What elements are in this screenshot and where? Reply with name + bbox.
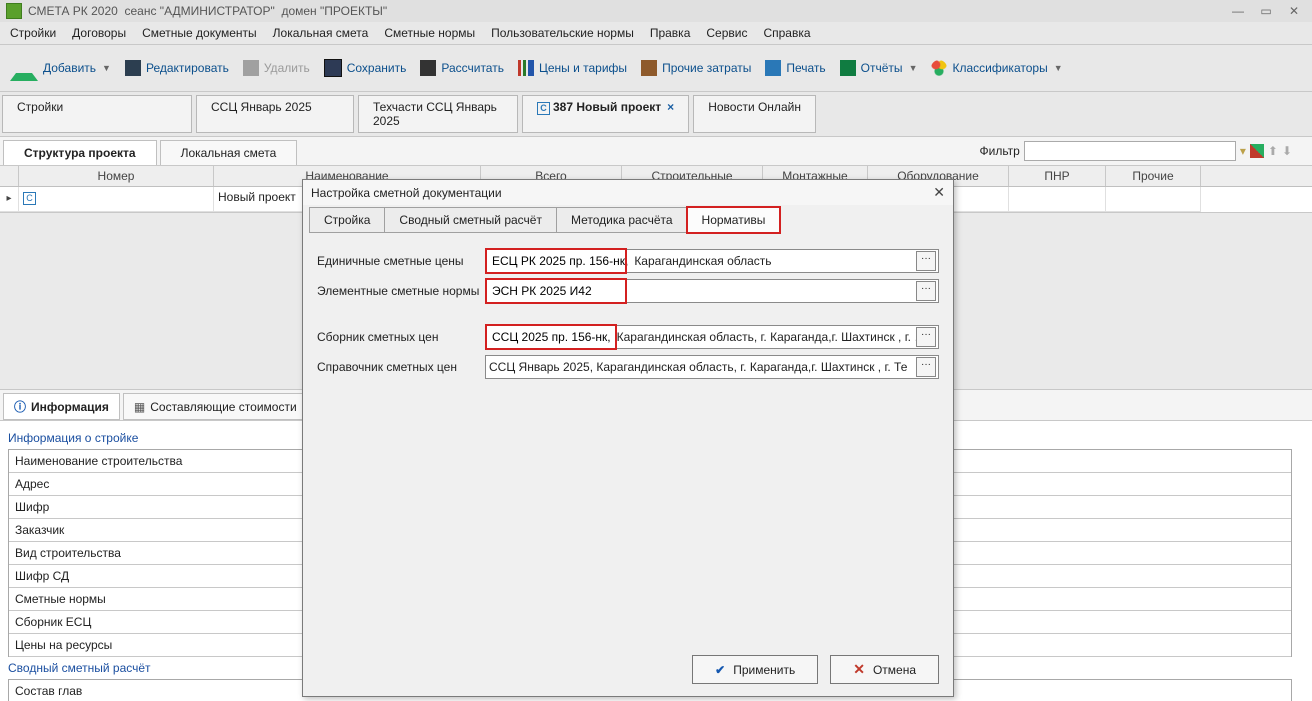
menu-lokalnaya-smeta[interactable]: Локальная смета [273, 26, 369, 40]
lbl-edinichnye: Единичные сметные цены [317, 254, 485, 268]
lbl-spravochnik: Справочник сметных цен [317, 360, 485, 374]
minimize-button[interactable]: — [1226, 2, 1250, 20]
project-c-icon: С [537, 102, 550, 115]
settings-dialog: Настройка сметной документации ✕ Стройка… [302, 179, 954, 697]
filter-palette-icon[interactable] [1250, 144, 1264, 158]
app-icon [6, 3, 22, 19]
printer-icon [765, 60, 781, 76]
browse-icon[interactable]: ··· [916, 357, 936, 377]
domain-text: домен "ПРОЕКТЫ" [281, 4, 387, 18]
minus-icon [243, 60, 259, 76]
crumb-stroyki[interactable]: Стройки [2, 95, 192, 133]
tab-information[interactable]: ⓘИнформация [3, 393, 120, 420]
field-spravochnik[interactable]: ССЦ Январь 2025, Карагандинская область,… [485, 355, 939, 379]
tab-structure[interactable]: Структура проекта [3, 140, 157, 165]
menu-servis[interactable]: Сервис [706, 26, 747, 40]
tab-local-smeta[interactable]: Локальная смета [160, 140, 298, 165]
x-icon: ✕ [853, 661, 865, 678]
menu-stroyki[interactable]: Стройки [10, 26, 56, 40]
money-icon [641, 60, 657, 76]
excel-icon [840, 60, 856, 76]
menu-spravka[interactable]: Справка [763, 26, 810, 40]
dialog-close-icon[interactable]: ✕ [933, 184, 945, 201]
close-button[interactable]: ✕ [1282, 2, 1306, 20]
row-indicator-icon: ▸ [6, 193, 11, 204]
dlg-tab-stroyka[interactable]: Стройка [309, 207, 385, 233]
filter-label: Фильтр [980, 144, 1020, 158]
classifier-icon [931, 60, 947, 76]
pencil-icon [125, 60, 141, 76]
bars-icon [518, 60, 534, 76]
app-title: СМЕТА РК 2020 [28, 4, 118, 18]
calculator-icon [420, 60, 436, 76]
menu-smetnye-normy[interactable]: Сметные нормы [384, 26, 475, 40]
arrow-down-icon[interactable]: ⬇ [1282, 144, 1292, 158]
dlg-tab-svodny[interactable]: Сводный сметный расчёт [384, 207, 557, 233]
info-icon: ⓘ [14, 398, 26, 415]
col-prochie[interactable]: Прочие [1106, 166, 1201, 186]
crumb-project[interactable]: С387 Новый проект× [522, 95, 689, 133]
cancel-button[interactable]: ✕Отмена [830, 655, 939, 684]
add-button[interactable]: Добавить▼ [10, 51, 111, 85]
breadcrumb-bar: Стройки ССЦ Январь 2025 Техчасти ССЦ Янв… [0, 92, 1312, 137]
table-icon: ▦ [134, 400, 145, 414]
dialog-titlebar[interactable]: Настройка сметной документации ✕ [303, 180, 953, 205]
arrow-up-icon[interactable]: ⬆ [1268, 144, 1278, 158]
field-edinichnye[interactable]: ЕСЦ РК 2025 пр. 156-нк, Карагандинская о… [485, 249, 939, 273]
filter-dropdown-icon[interactable]: ▾ [1240, 144, 1246, 158]
dlg-tab-normativy[interactable]: Нормативы [687, 207, 781, 233]
col-number[interactable]: Номер [19, 166, 214, 186]
crumb-techchasti[interactable]: Техчасти ССЦ Январь 2025 [358, 95, 518, 133]
disk-icon [324, 59, 342, 77]
dialog-tabs: Стройка Сводный сметный расчёт Методика … [303, 205, 953, 233]
menu-dogovory[interactable]: Договоры [72, 26, 126, 40]
col-pnr[interactable]: ПНР [1009, 166, 1106, 186]
close-tab-icon[interactable]: × [667, 100, 674, 114]
plus-icon [10, 51, 38, 81]
titlebar: СМЕТА РК 2020 сеанс "АДМИНИСТРАТОР" доме… [0, 0, 1312, 22]
field-elementnye[interactable]: ЭСН РК 2025 И42 ··· [485, 279, 939, 303]
save-button[interactable]: Сохранить [324, 59, 407, 77]
edit-button[interactable]: Редактировать [125, 60, 229, 76]
prices-button[interactable]: Цены и тарифы [518, 60, 627, 76]
crumb-news[interactable]: Новости Онлайн [693, 95, 816, 133]
row-c-icon: С [23, 192, 36, 205]
dlg-tab-metodika[interactable]: Методика расчёта [556, 207, 688, 233]
browse-icon[interactable]: ··· [916, 281, 936, 301]
session-text: сеанс "АДМИНИСТРАТОР" [125, 4, 275, 18]
toolbar: Добавить▼ Редактировать Удалить Сохранит… [0, 45, 1312, 92]
calc-button[interactable]: Рассчитать [420, 60, 504, 76]
delete-button[interactable]: Удалить [243, 60, 310, 76]
dialog-title: Настройка сметной документации [311, 186, 502, 200]
dialog-body: Единичные сметные цены ЕСЦ РК 2025 пр. 1… [303, 233, 953, 395]
menubar: Стройки Договоры Сметные документы Локал… [0, 22, 1312, 45]
subtabs: Структура проекта Локальная смета Фильтр… [0, 137, 1312, 166]
menu-polzovatelskie-normy[interactable]: Пользовательские нормы [491, 26, 634, 40]
menu-smetnye-dokumenty[interactable]: Сметные документы [142, 26, 257, 40]
apply-button[interactable]: ✔Применить [692, 655, 818, 684]
print-button[interactable]: Печать [765, 60, 825, 76]
browse-icon[interactable]: ··· [916, 327, 936, 347]
other-costs-button[interactable]: Прочие затраты [641, 60, 751, 76]
lbl-sbornik: Сборник сметных цен [317, 330, 485, 344]
crumb-ssc[interactable]: ССЦ Январь 2025 [196, 95, 354, 133]
field-sbornik[interactable]: ССЦ 2025 пр. 156-нк, Карагандинская обла… [485, 325, 939, 349]
maximize-button[interactable]: ▭ [1254, 2, 1278, 20]
tab-cost-components[interactable]: ▦Составляющие стоимости [123, 393, 308, 420]
check-icon: ✔ [715, 663, 725, 677]
dialog-footer: ✔Применить ✕Отмена [692, 655, 939, 684]
browse-icon[interactable]: ··· [916, 251, 936, 271]
filter-input[interactable] [1024, 141, 1236, 161]
reports-button[interactable]: Отчёты▼ [840, 60, 918, 76]
lbl-elementnye: Элементные сметные нормы [317, 284, 485, 298]
menu-pravka[interactable]: Правка [650, 26, 691, 40]
classifiers-button[interactable]: Классификаторы▼ [931, 60, 1062, 76]
